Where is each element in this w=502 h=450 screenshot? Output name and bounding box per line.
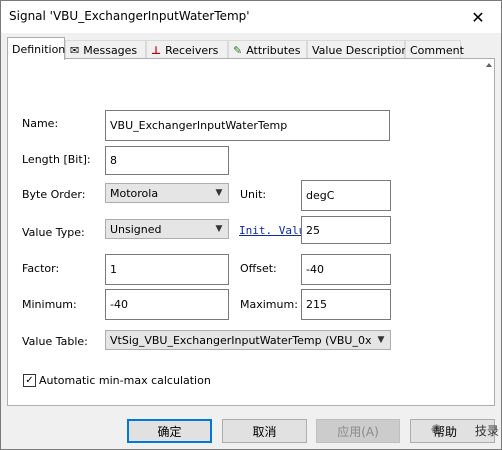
title-bar: Signal 'VBU_ExchangerInputWaterTemp' ✕ [1, 1, 501, 33]
value-type-value: Unsigned [110, 222, 162, 236]
apply-button-label: 应用(A) [337, 424, 379, 439]
watermark: ❁ 技录 [431, 419, 499, 441]
byte-order-value: Motorola [110, 186, 159, 200]
watermark-text: 技录 [474, 423, 499, 438]
tab-label: Attributes [246, 43, 301, 57]
tab-receivers[interactable]: ⊥ Receivers [146, 40, 228, 59]
init-value-input[interactable] [301, 216, 391, 244]
auto-minmax-checkbox[interactable]: ✓ [23, 374, 36, 387]
tab-label: Comment [410, 43, 464, 57]
offset-input[interactable] [301, 254, 391, 285]
init-value-link[interactable]: Init. Value [239, 224, 303, 237]
chevron-down-icon: ▼ [377, 335, 385, 345]
offset-label: Offset: [240, 262, 277, 275]
name-input[interactable] [105, 110, 390, 141]
name-label: Name: [22, 117, 59, 130]
value-table-select[interactable]: VtSig_VBU_ExchangerInputWaterTemp (VBU_0… [105, 330, 391, 350]
close-button[interactable]: ✕ [455, 1, 501, 33]
checkmark-icon: ✓ [25, 374, 34, 386]
tab-label: Messages [83, 43, 138, 57]
tab-value-descriptions[interactable]: Value Descriptions [307, 40, 414, 59]
minimum-label: Minimum: [22, 298, 77, 311]
scroll-up-arrow-icon[interactable] [486, 63, 492, 81]
value-type-label: Value Type: [22, 226, 85, 239]
receiver-icon: ⊥ [151, 43, 162, 57]
tab-definition[interactable]: Definition [7, 37, 65, 60]
cancel-button[interactable]: 取消 [222, 419, 307, 443]
tab-messages[interactable]: ✉ Messages [65, 40, 146, 59]
signal-dialog: Signal 'VBU_ExchangerInputWaterTemp' ✕ D… [0, 0, 502, 450]
length-label: Length [Bit]: [22, 153, 91, 166]
factor-input[interactable] [105, 254, 229, 285]
window-title: Signal 'VBU_ExchangerInputWaterTemp' [9, 9, 250, 23]
ok-button[interactable]: 确定 [127, 419, 212, 443]
byte-order-select[interactable]: Motorola ▼ [105, 183, 229, 203]
maximum-label: Maximum: [240, 298, 298, 311]
value-table-label: Value Table: [22, 335, 88, 348]
unit-input[interactable] [301, 180, 391, 211]
unit-label: Unit: [240, 188, 267, 201]
tab-label: Receivers [165, 43, 219, 57]
tab-attributes[interactable]: ✎ Attributes [228, 40, 307, 59]
definition-panel: Name: Length [Bit]: Byte Order: Motorola… [7, 58, 495, 406]
pencil-icon: ✎ [233, 43, 243, 57]
close-icon: ✕ [471, 7, 485, 27]
maximum-input[interactable] [301, 289, 391, 320]
minimum-input[interactable] [105, 289, 229, 320]
tab-label: Definition [12, 42, 66, 56]
tab-comment[interactable]: Comment [405, 40, 464, 59]
length-input[interactable] [105, 146, 229, 175]
chevron-down-icon: ▼ [215, 224, 223, 234]
auto-minmax-label: Automatic min-max calculation [39, 374, 211, 387]
factor-label: Factor: [22, 262, 60, 275]
wechat-icon: ❁ [431, 422, 442, 438]
byte-order-label: Byte Order: [22, 188, 86, 201]
value-table-value: VtSig_VBU_ExchangerInputWaterTemp (VBU_0… [110, 333, 372, 347]
cancel-button-label: 取消 [252, 424, 277, 439]
tab-strip: Definition ✉ Messages ⊥ Receivers ✎ Attr… [7, 37, 467, 60]
envelope-icon: ✉ [70, 43, 80, 57]
apply-button[interactable]: 应用(A) [316, 419, 400, 443]
value-type-select[interactable]: Unsigned ▼ [105, 219, 229, 239]
ok-button-label: 确定 [157, 424, 182, 439]
chevron-down-icon: ▼ [215, 188, 223, 198]
tab-label: Value Descriptions [312, 43, 415, 57]
